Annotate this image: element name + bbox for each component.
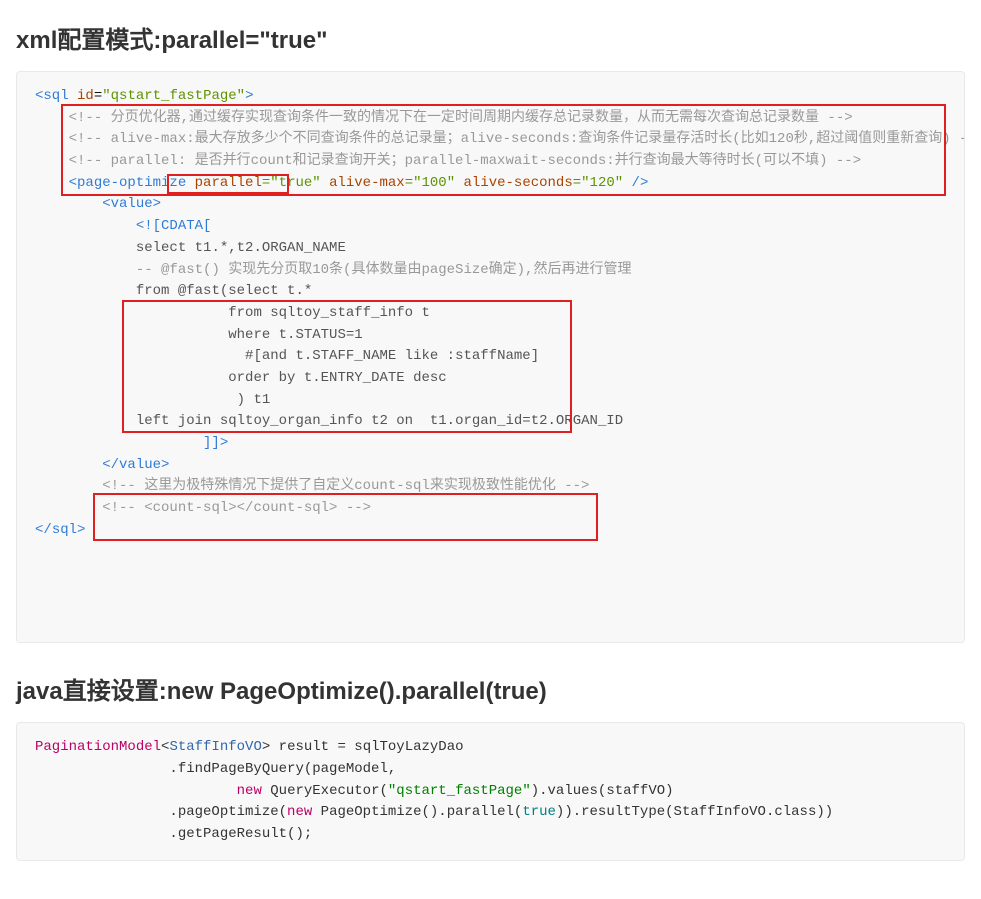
cmt2-open: <!--: [69, 131, 103, 147]
xml-config-heading: xml配置模式:parallel="true": [16, 20, 965, 55]
sql-line8: left join sqltoy_organ_info t2 on t1.org…: [136, 413, 623, 429]
cdata-close: ]]>: [203, 435, 228, 451]
po-lt: <: [69, 175, 77, 191]
value-close-lt: </: [102, 457, 119, 473]
po-v2: ="100": [405, 175, 455, 191]
cmt4-close: -->: [564, 478, 589, 494]
j-l5: .getPageResult();: [35, 826, 312, 842]
j-l2: .findPageByQuery(pageModel,: [35, 761, 396, 777]
cmt3-body: parallel: 是否并行count和记录查询开关；parallel-maxw…: [102, 153, 836, 169]
sql-end-lt: </: [35, 522, 52, 538]
sql-line2: from @fast(select t.*: [136, 283, 312, 299]
cmt3-open: <!--: [69, 153, 103, 169]
j-gp: StaffInfoVO: [169, 739, 261, 755]
po-tag: page-optimize: [77, 175, 186, 191]
sql-id-attr: id: [69, 88, 94, 104]
sql-line3: from sqltoy_staff_info t: [136, 305, 430, 321]
value-close-gt: >: [161, 457, 169, 473]
sql-eq: =: [94, 88, 102, 104]
sql-end-tag: sql: [52, 522, 77, 538]
j-lt: <: [161, 739, 169, 755]
sql-fast-cmt: -- @fast() 实现先分页取10条(具体数量由pageSize确定),然后…: [136, 262, 632, 278]
po-v1: ="true": [262, 175, 321, 191]
j-l3-new: new: [237, 783, 262, 799]
j-gt: >: [262, 739, 270, 755]
xml-code-block: <sql id="qstart_fastPage"> <!-- 分页优化器,通过…: [16, 71, 965, 643]
j-l4-rest: )).resultType(StaffInfoVO.class)): [556, 804, 833, 820]
j-l3-qe: QueryExecutor(: [262, 783, 388, 799]
cdata-open: <![CDATA[: [136, 218, 212, 234]
j-var: result: [270, 739, 337, 755]
po-a3: alive-seconds: [455, 175, 573, 191]
po-a1: parallel: [186, 175, 262, 191]
java-config-heading: java直接设置:new PageOptimize().parallel(tru…: [16, 671, 965, 706]
cmt2-close: -->: [959, 131, 965, 147]
sql-line1: select t1.*,t2.ORGAN_NAME: [136, 240, 346, 256]
value-close-tag: value: [119, 457, 161, 473]
value-open-tag: value: [111, 196, 153, 212]
j-l4-new: new: [287, 804, 312, 820]
cmt1-open: <!--: [69, 110, 103, 126]
cmt5-close: -->: [346, 500, 371, 516]
value-open-lt: <: [102, 196, 110, 212]
sql-open-gt: >: [245, 88, 253, 104]
value-open-gt: >: [153, 196, 161, 212]
j-l4-pad: .pageOptimize(: [35, 804, 287, 820]
j-eq: =: [337, 739, 345, 755]
cmt1-body: 分页优化器,通过缓存实现查询条件一致的情况下在一定时间周期内缓存总记录数量，从而…: [102, 110, 827, 126]
cmt2-body: alive-max:最大存放多少个不同查询条件的总记录量；alive-secon…: [102, 131, 959, 147]
java-code-block: PaginationModel<StaffInfoVO> result = sq…: [16, 722, 965, 860]
cmt1-close: -->: [827, 110, 852, 126]
po-a2: alive-max: [321, 175, 405, 191]
sql-line5: #[and t.STAFF_NAME like :staffName]: [136, 348, 539, 364]
j-dao: sqlToyLazyDao: [346, 739, 464, 755]
po-v3: ="120": [573, 175, 623, 191]
j-l3-rest: ).values(staffVO): [531, 783, 674, 799]
j-l4-true: true: [522, 804, 556, 820]
po-end: />: [623, 175, 648, 191]
sql-line7: ) t1: [136, 392, 270, 408]
cmt4-open: <!--: [102, 478, 136, 494]
sql-line6: order by t.ENTRY_DATE desc: [136, 370, 447, 386]
sql-open-tag: sql: [43, 88, 68, 104]
sql-id-val: "qstart_fastPage": [102, 88, 245, 104]
cmt5-open: <!--: [102, 500, 136, 516]
j-l4-po: PageOptimize().parallel(: [312, 804, 522, 820]
sql-line4: where t.STATUS=1: [136, 327, 363, 343]
j-l3-str: "qstart_fastPage": [388, 783, 531, 799]
j-l3-pad: [35, 783, 237, 799]
j-cls: PaginationModel: [35, 739, 161, 755]
cmt5-body: <count-sql></count-sql>: [136, 500, 346, 516]
cmt3-close: -->: [836, 153, 861, 169]
sql-end-gt: >: [77, 522, 85, 538]
cmt4-body: 这里为极特殊情况下提供了自定义count-sql来实现极致性能优化: [136, 478, 564, 494]
